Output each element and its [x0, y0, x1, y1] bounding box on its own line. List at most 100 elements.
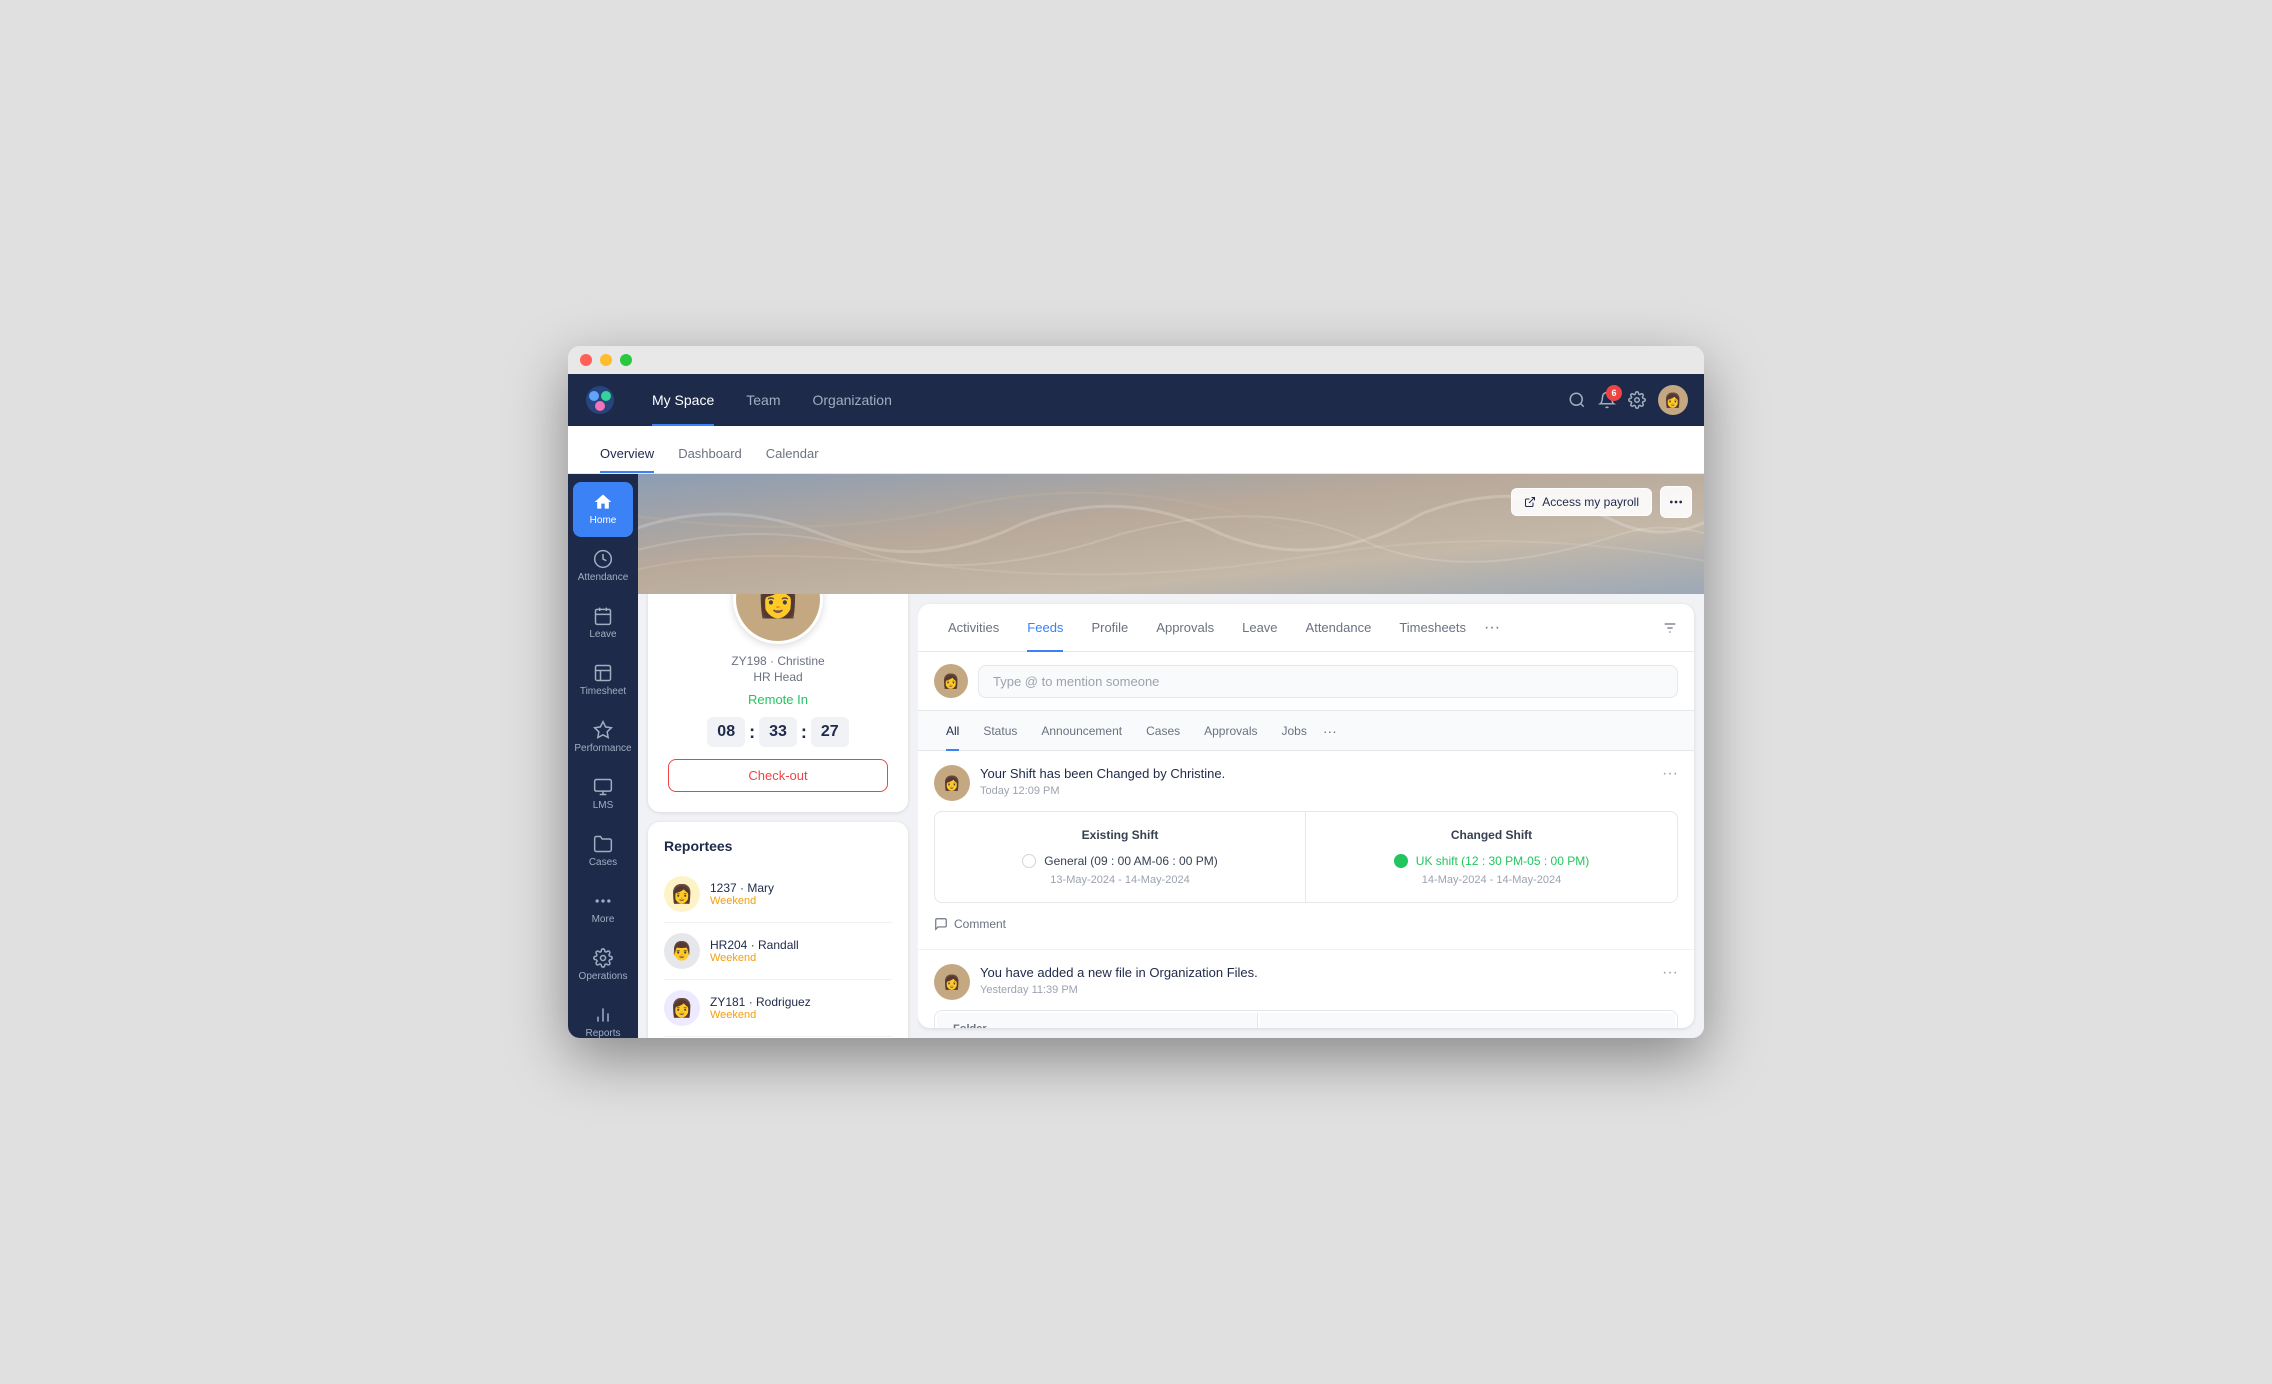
main-layout: Home Attendance Leave Timesheet Performa… — [568, 474, 1704, 1038]
reportee-avatar-rodriguez: 👩 — [664, 990, 700, 1026]
filter-tabs-more-btn[interactable]: ··· — [1323, 723, 1337, 739]
feed-tabs-more-btn[interactable]: ··· — [1484, 619, 1500, 637]
shift-existing-name: General (09 : 00 AM-06 : 00 PM) — [1044, 854, 1217, 868]
sidebar-label-performance: Performance — [574, 743, 631, 755]
feed-item-header-1: 👩 Your Shift has been Changed by Christi… — [934, 765, 1678, 801]
reportee-name-mary: 1237 · Mary — [710, 881, 892, 895]
reportee-item-randall: 👨 HR204 · Randall Weekend — [664, 923, 892, 980]
app-logo[interactable] — [584, 384, 616, 416]
sidebar-label-attendance: Attendance — [578, 572, 629, 584]
feed-tab-attendance[interactable]: Attendance — [1292, 604, 1386, 652]
access-payroll-button[interactable]: Access my payroll — [1511, 488, 1652, 516]
settings-btn[interactable] — [1628, 391, 1646, 409]
sidebar-item-timesheet[interactable]: Timesheet — [573, 653, 633, 708]
subtab-calendar[interactable]: Calendar — [754, 446, 831, 473]
sidebar-item-cases[interactable]: Cases — [573, 824, 633, 879]
reportee-status-randall: Weekend — [710, 952, 892, 964]
sidebar-label-home: Home — [590, 515, 617, 527]
reportees-card: Reportees 👩 1237 · Mary Weekend 👨 — [648, 822, 908, 1038]
feed-tab-timesheets[interactable]: Timesheets — [1385, 604, 1480, 652]
titlebar — [568, 346, 1704, 374]
feed-tabs-filter-btn[interactable] — [1662, 620, 1678, 636]
checkout-button[interactable]: Check-out — [668, 759, 888, 792]
payroll-btn-label: Access my payroll — [1542, 495, 1639, 509]
feed-avatar-2: 👩 — [934, 964, 970, 1000]
nav-my-space[interactable]: My Space — [636, 374, 730, 426]
reportee-item: 👩 1237 · Mary Weekend — [664, 866, 892, 923]
feed-tab-activities[interactable]: Activities — [934, 604, 1013, 652]
navbar: My Space Team Organization 6 — [568, 374, 1704, 426]
navbar-nav: My Space Team Organization — [636, 374, 1568, 426]
notifications-btn[interactable]: 6 — [1598, 391, 1616, 409]
close-btn[interactable] — [580, 354, 592, 366]
feed-item-header-2: 👩 You have added a new file in Organizat… — [934, 964, 1678, 1000]
feed-text-1: Your Shift has been Changed by Christine… — [980, 765, 1652, 797]
clock-display: 08 : 33 : 27 — [707, 717, 848, 747]
user-avatar[interactable]: 👩 — [1658, 385, 1688, 415]
sidebar-item-attendance[interactable]: Attendance — [573, 539, 633, 594]
shift-existing-header: Existing Shift — [951, 828, 1289, 842]
comment-label: Comment — [954, 917, 1006, 931]
sidebar-label-reports: Reports — [585, 1028, 620, 1038]
sidebar-item-leave[interactable]: Leave — [573, 596, 633, 651]
feed-more-btn-1[interactable]: ··· — [1662, 765, 1678, 783]
filter-tab-cases[interactable]: Cases — [1134, 711, 1192, 751]
comment-button[interactable]: Comment — [934, 913, 1678, 935]
post-input-field[interactable]: Type @ to mention someone — [978, 665, 1678, 698]
sidebar-item-performance[interactable]: Performance — [573, 710, 633, 765]
filter-tab-jobs[interactable]: Jobs — [1270, 711, 1319, 751]
navbar-actions: 6 👩 — [1568, 385, 1688, 415]
profile-banner: Access my payroll — [638, 474, 1704, 594]
search-btn[interactable] — [1568, 391, 1586, 409]
subtab-overview[interactable]: Overview — [588, 446, 666, 473]
sidebar-item-operations[interactable]: Operations — [573, 938, 633, 993]
feed-tab-profile[interactable]: Profile — [1077, 604, 1142, 652]
feed-avatar-1: 👩 — [934, 765, 970, 801]
filter-tab-all[interactable]: All — [934, 711, 971, 751]
shift-col-existing: Existing Shift General (09 : 00 AM-06 : … — [935, 812, 1306, 902]
sidebar-item-more[interactable]: More — [573, 881, 633, 936]
feed-time-1: Today 12:09 PM — [980, 785, 1652, 797]
profile-card: 👩 ZY198 · Christine HR Head Remote In 08… — [648, 594, 908, 812]
subtab-dashboard[interactable]: Dashboard — [666, 446, 754, 473]
clock-sep-1: : — [749, 722, 755, 743]
clock-seconds: 27 — [811, 717, 849, 747]
feed-tab-feeds[interactable]: Feeds — [1013, 604, 1077, 652]
folder-col-header: Folder — [937, 1013, 1258, 1028]
sidebar-label-leave: Leave — [589, 629, 616, 641]
feed-tab-leave[interactable]: Leave — [1228, 604, 1291, 652]
nav-team[interactable]: Team — [730, 374, 796, 426]
filter-tab-approvals[interactable]: Approvals — [1192, 711, 1269, 751]
clock-minutes: 33 — [759, 717, 797, 747]
filter-tab-status[interactable]: Status — [971, 711, 1029, 751]
minimize-btn[interactable] — [600, 354, 612, 366]
feed-message-2: You have added a new file in Organizatio… — [980, 964, 1652, 982]
feed-tab-approvals[interactable]: Approvals — [1142, 604, 1228, 652]
filter-tab-announcement[interactable]: Announcement — [1029, 711, 1134, 751]
banner-actions: Access my payroll — [1511, 486, 1692, 518]
feed-tabs: Activities Feeds Profile Approvals Leave… — [918, 604, 1694, 652]
reportee-info-rodriguez: ZY181 · Rodriguez Weekend — [710, 995, 892, 1021]
shift-existing-radio — [1022, 854, 1036, 868]
profile-role: HR Head — [753, 670, 802, 684]
post-user-avatar: 👩 — [934, 664, 968, 698]
sidebar-item-lms[interactable]: LMS — [573, 767, 633, 822]
shift-changed-dates: 14-May-2024 - 14-May-2024 — [1322, 874, 1661, 886]
sidebar-item-reports[interactable]: Reports — [573, 995, 633, 1038]
sidebar-item-home[interactable]: Home — [573, 482, 633, 537]
reportee-info-mary: 1237 · Mary Weekend — [710, 881, 892, 907]
profile-avatar: 👩 — [733, 594, 823, 644]
feed-item-file: 👩 You have added a new file in Organizat… — [918, 950, 1694, 1028]
banner-more-button[interactable] — [1660, 486, 1692, 518]
shift-changed-option: UK shift (12 : 30 PM-05 : 00 PM) — [1322, 854, 1661, 868]
maximize-btn[interactable] — [620, 354, 632, 366]
clock-sep-2: : — [801, 722, 807, 743]
shift-changed-header: Changed Shift — [1322, 828, 1661, 842]
feed-item-shift-change: 👩 Your Shift has been Changed by Christi… — [918, 751, 1694, 950]
nav-organization[interactable]: Organization — [796, 374, 907, 426]
left-panel: 👩 ZY198 · Christine HR Head Remote In 08… — [638, 594, 918, 1038]
sidebar-label-operations: Operations — [579, 971, 628, 983]
feed-more-btn-2[interactable]: ··· — [1662, 964, 1678, 982]
feed-card: Activities Feeds Profile Approvals Leave… — [918, 604, 1694, 1028]
shift-existing-dates: 13-May-2024 - 14-May-2024 — [951, 874, 1289, 886]
